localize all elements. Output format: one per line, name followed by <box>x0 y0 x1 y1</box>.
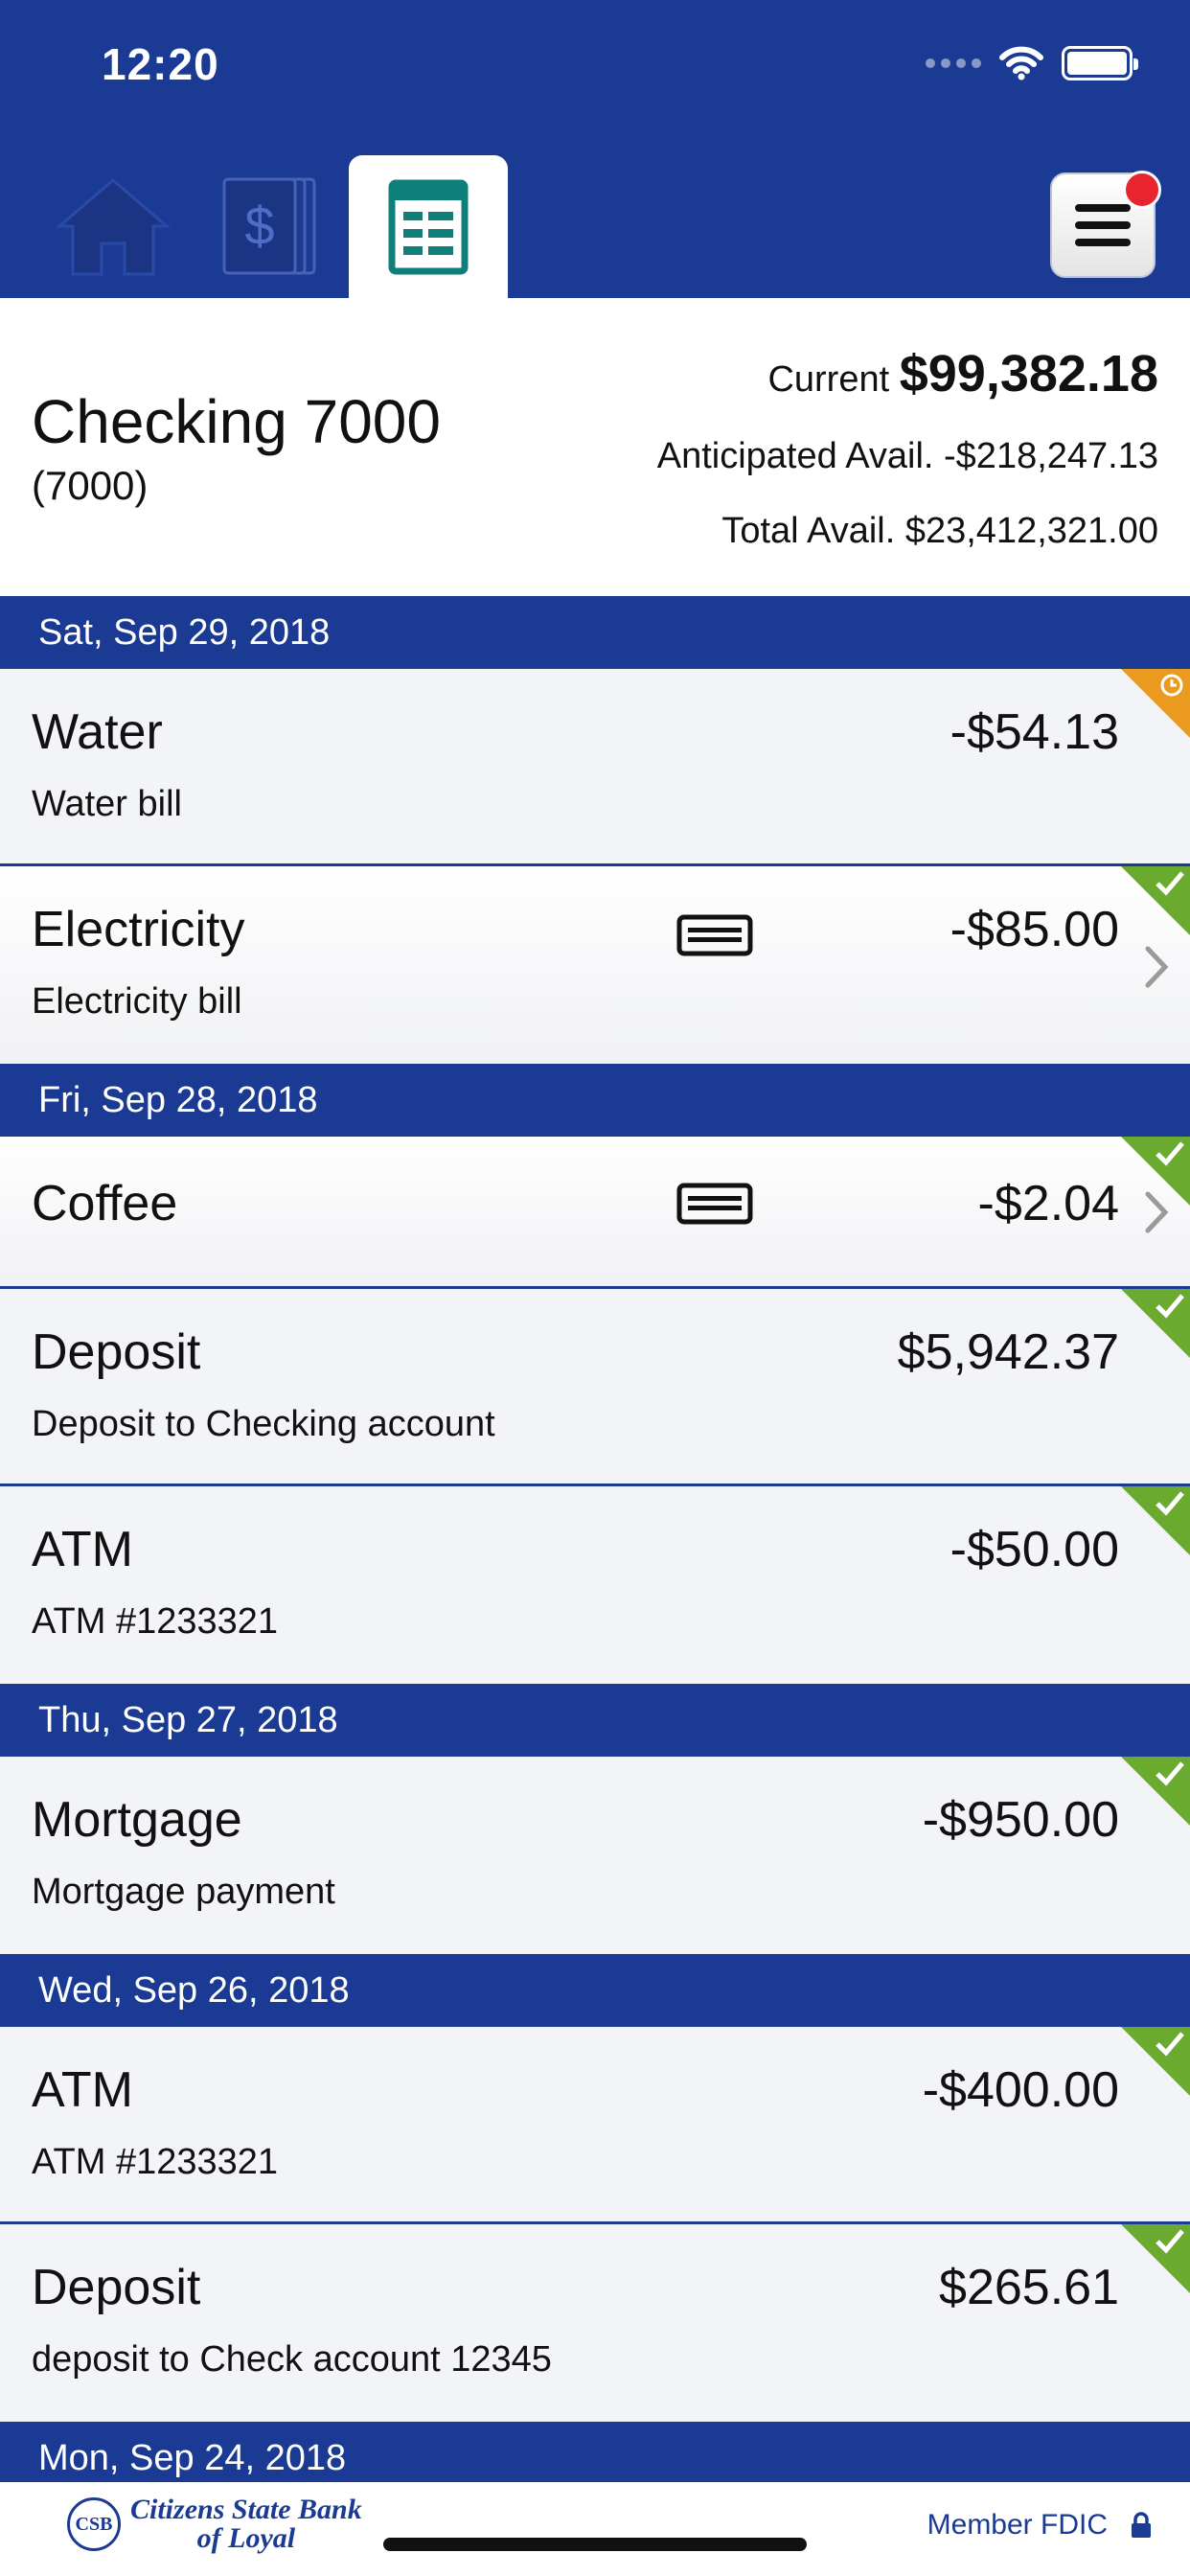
current-balance-label: Current <box>767 359 890 400</box>
transaction-description: deposit to Check account 12345 <box>32 2339 552 2380</box>
transaction-description: Mortgage payment <box>32 1872 335 1912</box>
anticipated-balance-label: Anticipated Avail. <box>656 436 934 476</box>
transaction-row[interactable]: ATM ATM #1233321 -$400.00 <box>0 2027 1190 2224</box>
transaction-title: ATM <box>32 1522 133 1577</box>
tab-home[interactable] <box>46 155 180 298</box>
anticipated-balance: Anticipated Avail. -$218,247.13 <box>657 436 1158 477</box>
transaction-row[interactable]: Deposit deposit to Check account 12345 $… <box>0 2224 1190 2422</box>
transaction-amount: -$400.00 <box>922 2062 1119 2118</box>
battery-icon <box>1062 46 1138 80</box>
transaction-row[interactable]: Mortgage Mortgage payment -$950.00 <box>0 1757 1190 1954</box>
total-available-amount: $23,412,321.00 <box>904 511 1158 551</box>
bank-name-line1: Citizens State Bank <box>130 2494 362 2525</box>
svg-text:$: $ <box>244 196 274 256</box>
transaction-title: Deposit <box>32 2260 201 2315</box>
total-available-balance: Total Avail. $23,412,321.00 <box>721 511 1158 552</box>
transaction-amount: -$2.04 <box>977 1176 1119 1231</box>
total-available-label: Total Avail. <box>721 511 896 551</box>
member-fdic[interactable]: Member FDIC <box>927 2509 1152 2542</box>
checkmark-icon <box>1156 1294 1184 1319</box>
transaction-description: ATM #1233321 <box>32 2142 279 2182</box>
checkmark-icon <box>1156 1141 1184 1166</box>
checkmark-icon <box>1156 1491 1184 1516</box>
chevron-right-icon <box>1145 946 1169 988</box>
transaction-row[interactable]: ATM ATM #1233321 -$50.00 <box>0 1486 1190 1684</box>
tab-accounts[interactable]: $ <box>213 155 328 298</box>
account-number: (7000) <box>32 463 149 508</box>
lock-icon <box>1132 2512 1151 2538</box>
account-name: Checking 7000 <box>32 387 441 456</box>
transaction-row[interactable]: Deposit Deposit to Checking account $5,9… <box>0 1289 1190 1486</box>
transaction-row[interactable]: Coffee -$2.04 <box>0 1137 1190 1289</box>
card-icon <box>676 1183 753 1225</box>
clock-icon <box>1160 674 1183 697</box>
transaction-amount: $265.61 <box>939 2260 1119 2315</box>
checkmark-icon <box>1156 2032 1184 2057</box>
dollar-stack-icon: $ <box>222 177 316 274</box>
date-header: Wed, Sep 26, 2018 <box>0 1954 1190 2027</box>
ledger-icon <box>388 179 469 274</box>
menu-button[interactable] <box>1050 171 1161 278</box>
footer: CSB Citizens State Bank of Loyal Member … <box>0 2482 1190 2576</box>
transaction-amount: $5,942.37 <box>897 1324 1119 1380</box>
date-header: Sat, Sep 29, 2018 <box>0 596 1190 669</box>
account-summary: Checking 7000 (7000) Current $99,382.18 … <box>0 298 1190 596</box>
top-header: 12:20 $ <box>0 0 1190 298</box>
home-icon <box>55 177 172 275</box>
current-balance-amount: $99,382.18 <box>899 345 1158 402</box>
transaction-title: Electricity <box>32 902 245 957</box>
transaction-description: Deposit to Checking account <box>32 1404 495 1444</box>
checkmark-icon <box>1156 2229 1184 2254</box>
tab-activity[interactable] <box>349 155 508 298</box>
home-indicator[interactable] <box>383 2538 807 2551</box>
anticipated-balance-amount: -$218,247.13 <box>944 436 1158 476</box>
status-time: 12:20 <box>102 39 219 89</box>
bank-logo[interactable]: CSB Citizens State Bank of Loyal <box>67 2496 362 2553</box>
transaction-amount: -$50.00 <box>950 1522 1119 1577</box>
checkmark-icon <box>1156 1761 1184 1786</box>
bank-name-line2: of Loyal <box>196 2522 296 2554</box>
bank-logo-text: Citizens State Bank of Loyal <box>130 2496 362 2553</box>
transaction-row[interactable]: Electricity Electricity bill -$85.00 <box>0 866 1190 1064</box>
checkmark-icon <box>1156 871 1184 896</box>
transaction-row[interactable]: Water Water bill -$54.13 <box>0 669 1190 866</box>
transaction-amount: -$950.00 <box>922 1792 1119 1848</box>
transaction-amount: -$85.00 <box>950 902 1119 957</box>
transaction-list[interactable]: Sat, Sep 29, 2018 Water Water bill -$54.… <box>0 596 1190 2495</box>
transaction-title: ATM <box>32 2062 133 2118</box>
transaction-description: Water bill <box>32 784 182 824</box>
date-header: Fri, Sep 28, 2018 <box>0 1064 1190 1137</box>
transaction-title: Coffee <box>32 1176 178 1231</box>
transaction-title: Water <box>32 704 163 760</box>
wifi-icon <box>999 46 1043 80</box>
current-balance: Current $99,382.18 <box>767 344 1158 403</box>
cellular-signal-icon <box>926 58 981 68</box>
date-header: Thu, Sep 27, 2018 <box>0 1684 1190 1757</box>
bank-logo-seal: CSB <box>67 2497 121 2551</box>
status-icons <box>926 44 1138 82</box>
hamburger-icon <box>1075 204 1131 246</box>
transaction-amount: -$54.13 <box>950 704 1119 760</box>
transaction-title: Deposit <box>32 1324 201 1380</box>
transaction-description: ATM #1233321 <box>32 1601 279 1642</box>
notification-badge <box>1123 171 1161 209</box>
transaction-description: Electricity bill <box>32 981 242 1022</box>
transaction-title: Mortgage <box>32 1792 242 1848</box>
member-fdic-label: Member FDIC <box>927 2509 1108 2541</box>
card-icon <box>676 914 753 956</box>
